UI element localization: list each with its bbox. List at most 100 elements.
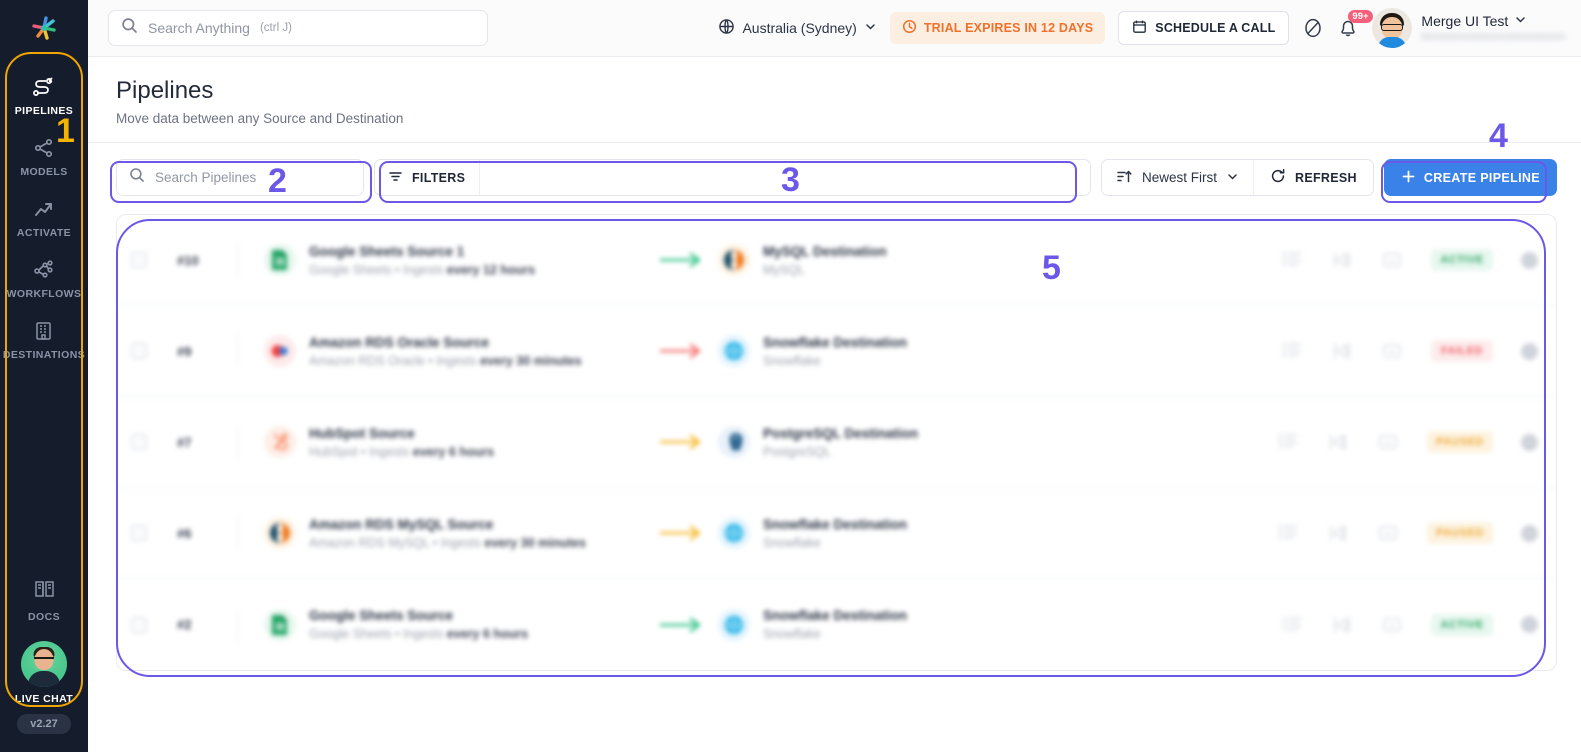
flow-arrow-icon xyxy=(644,524,718,542)
source-meta-schedule: every 30 minutes xyxy=(485,536,586,550)
search-icon xyxy=(121,17,138,39)
pause-icon[interactable] xyxy=(1327,523,1349,543)
chevron-down-icon xyxy=(1514,13,1527,29)
archive-icon[interactable] xyxy=(1381,250,1403,270)
destination-text: Snowflake DestinationSnowflake xyxy=(763,608,907,641)
pipeline-row[interactable]: #7HubSpot SourceHubSpot • Ingests every … xyxy=(117,397,1556,488)
logs-icon[interactable] xyxy=(1277,523,1299,543)
global-search-input[interactable]: Search Anything (ctrl J) xyxy=(108,10,488,46)
pipeline-row[interactable]: #9Amazon RDS Oracle SourceAmazon RDS Ora… xyxy=(117,306,1556,397)
sidebar-docs-label: DOCS xyxy=(28,611,60,623)
destination-type: Snowflake xyxy=(763,354,907,368)
destination-name: Snowflake Destination xyxy=(763,335,907,350)
row-checkbox[interactable] xyxy=(131,343,147,359)
top-bar-right: Australia (Sydney) TRIAL EXPIRES IN 12 D… xyxy=(718,8,1565,48)
flow-arrow-icon xyxy=(644,251,718,269)
flow-arrow-icon xyxy=(644,342,718,360)
schedule-call-button[interactable]: SCHEDULE A CALL xyxy=(1118,11,1289,45)
docs-icon xyxy=(32,576,57,606)
filters-bar: FILTERS xyxy=(374,159,1091,196)
pause-icon[interactable] xyxy=(1331,250,1353,270)
region-label: Australia (Sydney) xyxy=(742,20,856,36)
region-selector[interactable]: Australia (Sydney) xyxy=(718,18,876,38)
sidebar-item-models[interactable]: MODELS xyxy=(0,125,88,186)
filters-button[interactable]: FILTERS xyxy=(375,160,480,195)
live-chat-avatar[interactable] xyxy=(21,641,67,687)
source-name: Google Sheets Source xyxy=(309,608,528,623)
workflows-icon xyxy=(31,257,57,283)
refresh-label: REFRESH xyxy=(1295,171,1357,185)
sidebar-footer: DOCS LIVE CHAT v2.27 xyxy=(0,576,88,752)
logs-icon[interactable] xyxy=(1277,432,1299,452)
schedule-call-label: SCHEDULE A CALL xyxy=(1155,21,1275,35)
pipeline-row[interactable]: #10 Google Sheets Source 1 Google Sheets •… xyxy=(117,215,1556,306)
sidebar-item-label: WORKFLOWS xyxy=(7,288,82,300)
archive-icon[interactable] xyxy=(1381,341,1403,361)
live-chat-label[interactable]: LIVE CHAT xyxy=(15,693,73,705)
gear-icon[interactable] xyxy=(1521,252,1538,269)
clock-icon xyxy=(902,19,917,37)
trial-expiry-badge[interactable]: TRIAL EXPIRES IN 12 DAYS xyxy=(890,12,1105,44)
user-name-label: Merge UI Test xyxy=(1421,13,1508,29)
filter-icon xyxy=(388,169,403,187)
hubspot-icon xyxy=(264,426,296,458)
row-checkbox[interactable] xyxy=(131,252,147,268)
row-actions: ACTIVE xyxy=(1281,614,1538,636)
source-text: Google Sheets SourceGoogle Sheets • Inge… xyxy=(309,608,528,641)
logs-icon[interactable] xyxy=(1281,615,1303,635)
status-badge: PAUSED xyxy=(1427,522,1493,544)
avatar-glasses xyxy=(1381,24,1403,31)
refresh-button[interactable]: REFRESH xyxy=(1253,160,1373,195)
pause-icon[interactable] xyxy=(1331,341,1353,361)
pipeline-destination: MySQL DestinationMySQL xyxy=(718,244,1048,277)
notifications-bell-icon[interactable]: 99+ xyxy=(1337,17,1359,39)
row-checkbox[interactable] xyxy=(131,617,147,633)
logs-icon[interactable] xyxy=(1281,341,1303,361)
google-sheets-icon xyxy=(264,609,296,641)
archive-icon[interactable] xyxy=(1381,615,1403,635)
sidebar-item-pipelines[interactable]: PIPELINES xyxy=(0,64,88,125)
avatar-body xyxy=(28,671,60,687)
create-pipeline-button[interactable]: CREATE PIPELINE xyxy=(1384,159,1557,196)
gear-icon[interactable] xyxy=(1521,343,1538,360)
sidebar-item-workflows[interactable]: WORKFLOWS xyxy=(0,247,88,308)
search-pipelines-input[interactable]: Search Pipelines xyxy=(116,159,364,196)
gear-icon[interactable] xyxy=(1521,525,1538,542)
sidebar-item-docs[interactable]: DOCS xyxy=(28,576,60,623)
sidebar-nav: PIPELINES MODELS ACTIVATE xyxy=(0,56,88,369)
activity-icon[interactable] xyxy=(1302,17,1324,39)
row-checkbox[interactable] xyxy=(131,525,147,541)
row-divider xyxy=(237,608,238,642)
user-menu[interactable]: Merge UI Test hmmmmmmmmmmmmmmm xyxy=(1372,8,1565,48)
pipeline-source: Google Sheets SourceGoogle Sheets • Inge… xyxy=(264,608,644,641)
destination-type: Snowflake xyxy=(763,536,907,550)
archive-icon[interactable] xyxy=(1377,432,1399,452)
source-meta-schedule: every 6 hours xyxy=(413,445,494,459)
gear-icon[interactable] xyxy=(1521,616,1538,633)
source-name: Google Sheets Source 1 xyxy=(309,244,535,259)
source-meta: Amazon RDS MySQL • Ingests every 30 minu… xyxy=(309,536,586,550)
pipeline-row[interactable]: #6Amazon RDS MySQL SourceAmazon RDS MySQ… xyxy=(117,488,1556,579)
sort-selector[interactable]: Newest First xyxy=(1102,160,1253,195)
pause-icon[interactable] xyxy=(1331,615,1353,635)
search-pipelines-placeholder: Search Pipelines xyxy=(155,170,256,185)
pause-icon[interactable] xyxy=(1327,432,1349,452)
status-badge: ACTIVE xyxy=(1431,249,1493,271)
destination-name: Snowflake Destination xyxy=(763,517,907,532)
destination-name: Snowflake Destination xyxy=(763,608,907,623)
source-meta-prefix: Google Sheets • Ingests xyxy=(309,263,447,277)
app-logo[interactable] xyxy=(0,0,88,56)
source-meta-prefix: Amazon RDS Oracle • Ingests xyxy=(309,354,480,368)
pipeline-id: #6 xyxy=(177,526,231,541)
global-search-shortcut: (ctrl J) xyxy=(260,22,292,34)
pipeline-row[interactable]: #2Google Sheets SourceGoogle Sheets • In… xyxy=(117,579,1556,670)
sidebar-item-activate[interactable]: ACTIVATE xyxy=(0,186,88,247)
pipeline-id: #10 xyxy=(177,253,231,268)
sidebar-item-destinations[interactable]: DESTINATIONS xyxy=(0,308,88,369)
main-area: Search Anything (ctrl J) Australia (Sydn… xyxy=(88,0,1581,752)
row-checkbox[interactable] xyxy=(131,434,147,450)
chevron-down-icon xyxy=(864,20,877,36)
gear-icon[interactable] xyxy=(1521,434,1538,451)
archive-icon[interactable] xyxy=(1377,523,1399,543)
logs-icon[interactable] xyxy=(1281,250,1303,270)
